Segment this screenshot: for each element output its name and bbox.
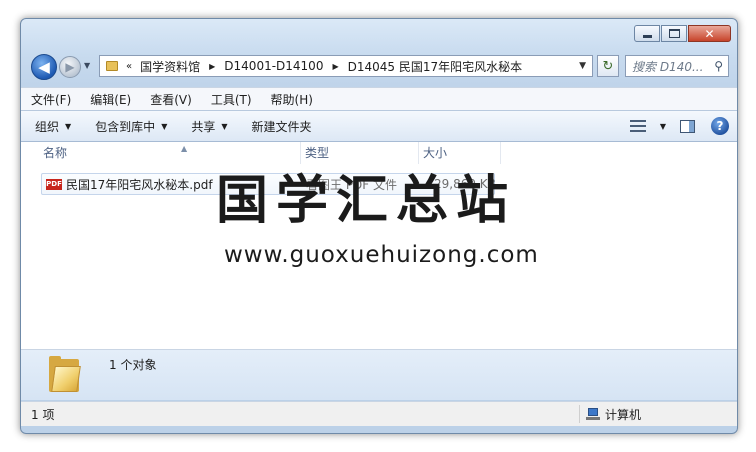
watermark-url: www.guoxuehuizong.com <box>224 242 539 268</box>
view-options-dropdown-icon[interactable]: ▼ <box>660 122 666 131</box>
back-button[interactable]: ◀ <box>31 54 57 80</box>
close-icon: ✕ <box>704 26 715 41</box>
command-bar: 组织 ▼ 包含到库中 ▼ 共享 ▼ 新建文件夹 ▼ ? <box>21 110 737 142</box>
chevron-down-icon: ▼ <box>84 61 91 70</box>
watermark-title: 国学汇总站 <box>216 171 517 231</box>
chevron-down-icon: ▼ <box>221 121 228 131</box>
refresh-icon: ↻ <box>602 58 614 74</box>
chevron-down-icon: ▼ <box>161 121 168 131</box>
breadcrumb-item-current[interactable]: D14045 民国17年阳宅风水秘本 <box>346 58 525 75</box>
refresh-button[interactable]: ↻ <box>597 55 619 77</box>
menu-view[interactable]: 查看(V) <box>140 91 199 108</box>
toolbar-right-group: ▼ ? <box>629 117 729 135</box>
sort-ascending-icon: ▲ <box>181 144 188 153</box>
organize-label: 组织 <box>35 119 60 134</box>
back-arrow-icon: ◀ <box>38 58 50 76</box>
menu-file[interactable]: 文件(F) <box>21 91 78 108</box>
maximize-icon <box>668 29 680 38</box>
computer-icon <box>586 408 600 420</box>
status-bar: 1 项 计算机 <box>21 401 737 426</box>
include-in-library-button[interactable]: 包含到库中 ▼ <box>85 114 177 139</box>
organize-button[interactable]: 组织 ▼ <box>25 114 81 139</box>
menu-edit[interactable]: 编辑(E) <box>80 91 138 108</box>
file-name[interactable]: 民国17年阳宅风水秘本.pdf <box>66 176 213 193</box>
menu-tools[interactable]: 工具(T) <box>201 91 259 108</box>
status-location-label: 计算机 <box>605 407 642 422</box>
help-icon[interactable]: ? <box>711 117 729 135</box>
preview-pane-icon[interactable] <box>680 119 695 133</box>
object-count: 1 个对象 <box>109 358 157 372</box>
pdf-file-icon: PDF <box>46 178 62 190</box>
share-label: 共享 <box>191 119 216 134</box>
folder-icon <box>106 61 118 71</box>
breadcrumb-separator-icon[interactable]: ▶ <box>209 62 215 71</box>
folder-icon <box>49 356 81 392</box>
status-item-count: 1 项 <box>31 407 55 422</box>
column-name-label: 名称 <box>43 146 68 160</box>
address-bar[interactable]: « 国学资料馆 ▶ D14001-D14100 ▶ D14045 民国17年阳宅… <box>99 55 593 77</box>
breadcrumb-item-guoxue[interactable]: 国学资料馆 <box>138 58 202 75</box>
menu-bar: 文件(F) 编辑(E) 查看(V) 工具(T) 帮助(H) <box>21 87 737 110</box>
minimize-icon <box>642 34 652 38</box>
close-button[interactable]: ✕ <box>688 25 731 42</box>
search-icon[interactable]: ⚲ <box>714 59 723 73</box>
breadcrumb-separator-icon[interactable]: ▶ <box>332 62 338 71</box>
share-button[interactable]: 共享 ▼ <box>181 114 237 139</box>
forward-arrow-icon: ▶ <box>65 60 75 74</box>
include-in-library-label: 包含到库中 <box>95 119 156 134</box>
view-options-icon[interactable] <box>629 120 646 132</box>
chevron-down-icon: ▼ <box>65 121 72 131</box>
search-input[interactable]: 搜索 D140... ⚲ <box>625 55 729 77</box>
menu-help[interactable]: 帮助(H) <box>261 91 320 108</box>
status-location: 计算机 <box>579 405 641 423</box>
navigation-row: ◀ ▶ ▼ « 国学资料馆 ▶ D14001-D14100 ▶ D14045 民… <box>29 53 729 81</box>
details-pane: 1 个对象 <box>21 350 737 400</box>
new-folder-label: 新建文件夹 <box>251 119 312 134</box>
breadcrumb-item-range[interactable]: D14001-D14100 <box>222 59 325 73</box>
forward-button[interactable]: ▶ <box>59 56 81 78</box>
search-placeholder: 搜索 D140... <box>632 59 704 74</box>
minimize-button[interactable] <box>634 25 660 42</box>
breadcrumb-overflow[interactable]: « <box>126 61 132 72</box>
new-folder-button[interactable]: 新建文件夹 <box>242 114 322 139</box>
caption-buttons: ✕ <box>633 25 731 42</box>
maximize-button[interactable] <box>661 25 687 42</box>
address-dropdown-icon[interactable]: ▼ <box>579 61 586 71</box>
recent-pages-button[interactable]: ▼ <box>84 61 90 70</box>
